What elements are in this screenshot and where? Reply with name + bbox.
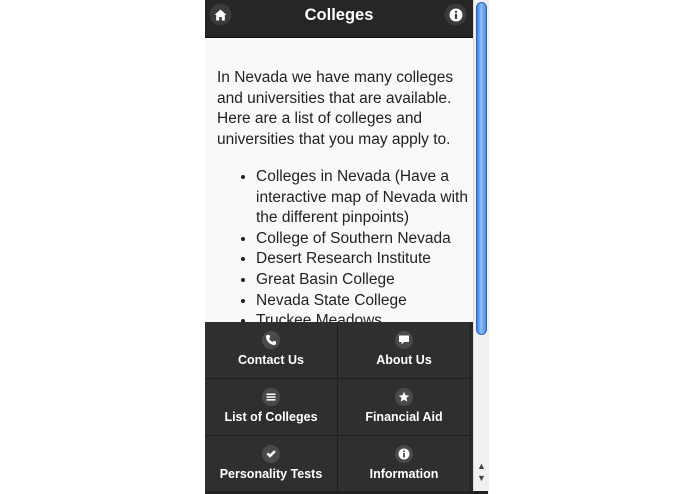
- check-icon: [262, 445, 280, 463]
- financial-aid-label: Financial Aid: [365, 410, 443, 424]
- list-of-colleges-label: List of Colleges: [224, 410, 318, 424]
- personality-tests-label: Personality Tests: [219, 467, 323, 481]
- list-of-colleges-button[interactable]: List of Colleges: [205, 379, 338, 436]
- contact-us-button[interactable]: Contact Us: [205, 322, 338, 379]
- phone-icon: [262, 331, 280, 349]
- scroll-up-arrow-icon[interactable]: ▲: [474, 460, 489, 472]
- information-label: Information: [369, 467, 439, 481]
- info-icon: [395, 445, 413, 463]
- list-item: Great Basin College: [256, 270, 469, 291]
- header-bar: Colleges: [205, 0, 473, 38]
- mobile-app-screen: Colleges In Nevada we have many colleges…: [205, 0, 473, 494]
- scroll-down-arrow-icon[interactable]: ▼: [474, 472, 489, 484]
- list-icon: [262, 388, 280, 406]
- vertical-scrollbar[interactable]: ▲ ▼: [473, 0, 489, 494]
- list-item: Nevada State College: [256, 291, 469, 312]
- financial-aid-button[interactable]: Financial Aid: [338, 379, 471, 436]
- nav-grid: Contact Us About Us List of Colleges Fin…: [205, 322, 473, 494]
- list-item: College of Southern Nevada: [256, 229, 469, 250]
- page-title: Colleges: [304, 6, 374, 24]
- star-icon: [395, 388, 413, 406]
- info-button[interactable]: [444, 3, 467, 26]
- info-icon: [449, 8, 462, 21]
- about-us-button[interactable]: About Us: [338, 322, 471, 379]
- list-item: Desert Research Institute: [256, 249, 469, 270]
- list-item: Truckee Meadows: [256, 311, 469, 322]
- list-item: Colleges in Nevada (Have a interactive m…: [256, 167, 469, 229]
- college-list: Colleges in Nevada (Have a interactive m…: [217, 167, 469, 322]
- personality-tests-button[interactable]: Personality Tests: [205, 436, 338, 493]
- contact-us-label: Contact Us: [238, 353, 304, 367]
- scrollbar-thumb[interactable]: [476, 2, 487, 335]
- about-us-label: About Us: [376, 353, 432, 367]
- content-area: In Nevada we have many colleges and univ…: [205, 38, 473, 322]
- intro-paragraph: In Nevada we have many colleges and univ…: [217, 69, 454, 148]
- chat-bubble-icon: [395, 331, 413, 349]
- information-button[interactable]: Information: [338, 436, 471, 493]
